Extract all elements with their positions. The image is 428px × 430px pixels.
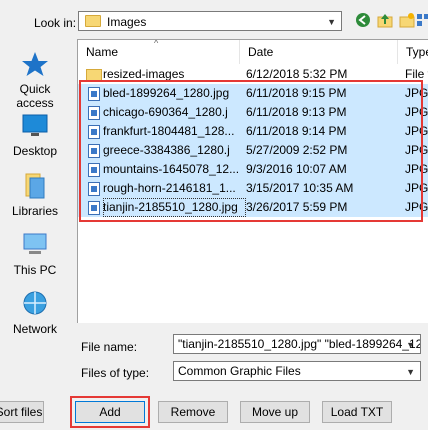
chevron-down-icon[interactable]: ▼ xyxy=(406,363,415,380)
libraries-icon xyxy=(25,173,45,199)
up-folder-icon[interactable] xyxy=(376,12,394,30)
remove-button[interactable]: Remove xyxy=(158,401,228,423)
selection-highlight-box xyxy=(79,80,423,222)
file-name-input[interactable]: "tianjin-2185510_1280.jpg" "bled-1899264… xyxy=(173,334,421,354)
sort-files-button[interactable]: Sort files xyxy=(0,401,44,423)
add-button-highlight-box xyxy=(70,396,150,428)
sort-arrow-icon: ^ xyxy=(154,39,159,48)
place-label: This PC xyxy=(13,263,57,277)
column-header-name[interactable]: Name xyxy=(78,40,240,64)
file-type-value: Common Graphic Files xyxy=(178,364,301,378)
look-in-label: Look in: xyxy=(34,16,77,30)
view-menu-icon[interactable] xyxy=(414,12,428,30)
place-label: Network xyxy=(12,322,57,336)
look-in-value: Images xyxy=(107,15,147,29)
file-type-select[interactable]: Common Graphic Files ▼ xyxy=(173,361,421,381)
column-header-date[interactable]: Date xyxy=(240,40,398,64)
look-in-dropdown[interactable]: Images ▼ xyxy=(78,11,342,31)
chevron-down-icon[interactable]: ▼ xyxy=(406,336,415,353)
place-network[interactable]: Network xyxy=(0,290,70,336)
place-this-pc[interactable]: This PC xyxy=(0,231,70,277)
place-label: Desktop xyxy=(12,144,58,158)
place-label: Quick access xyxy=(16,82,54,110)
back-icon[interactable] xyxy=(354,12,372,30)
place-desktop[interactable]: Desktop xyxy=(0,112,70,158)
place-libraries[interactable]: Libraries xyxy=(0,172,70,218)
desktop-icon xyxy=(22,114,48,136)
place-quick-access[interactable]: Quick access xyxy=(0,50,70,110)
file-name-label: File name: xyxy=(81,340,138,354)
move-up-button[interactable]: Move up xyxy=(240,401,310,423)
load-txt-button[interactable]: Load TXT xyxy=(322,401,392,423)
chevron-down-icon: ▼ xyxy=(327,17,336,27)
folder-icon xyxy=(85,15,101,27)
file-type-label: Files of type: xyxy=(81,366,150,380)
network-icon xyxy=(23,291,47,315)
this-pc-icon xyxy=(23,233,47,254)
column-header-type[interactable]: Type xyxy=(398,40,428,64)
quick-access-star-icon xyxy=(22,52,48,76)
place-label: Libraries xyxy=(11,204,59,218)
file-name-value: "tianjin-2185510_1280.jpg" "bled-1899264… xyxy=(178,337,421,351)
